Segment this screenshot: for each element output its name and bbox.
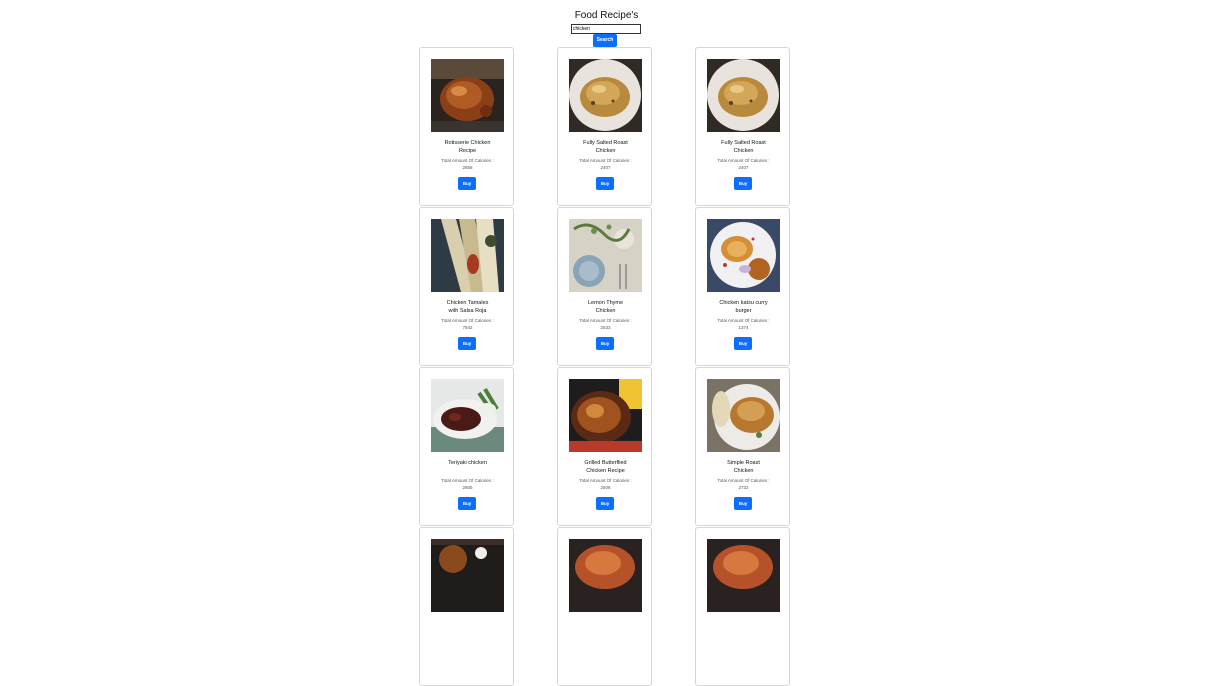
recipe-title-line: Rotisserie Chicken xyxy=(444,140,491,146)
buy-button[interactable]: Buy xyxy=(734,337,752,350)
recipe-card xyxy=(557,527,652,686)
calories-value: 7842 xyxy=(462,325,473,330)
recipe-title-line: Simple Roast xyxy=(727,460,760,466)
recipe-image xyxy=(569,539,642,612)
calories-value: 2407 xyxy=(600,165,611,170)
recipe-image xyxy=(431,379,504,452)
recipe-title: Chicken katsu curry burger xyxy=(702,299,785,315)
recipe-title-line: Chicken xyxy=(733,468,754,474)
recipe-image xyxy=(707,59,780,132)
recipe-card xyxy=(695,527,790,686)
search-input[interactable] xyxy=(571,24,641,34)
recipe-title: Chicken Tamales with Salsa Roja xyxy=(426,299,509,315)
recipe-title-line: Fully Salted Roast xyxy=(583,140,628,146)
recipe-card: Chicken Tamales with Salsa Roja Total Amou… xyxy=(419,207,514,366)
recipe-card: Chicken katsu curry burger Total Amount Of… xyxy=(695,207,790,366)
recipe-title-line: Recipe xyxy=(458,148,477,154)
recipe-card: Simple Roast Chicken Total Amount Of Calor… xyxy=(695,367,790,526)
recipe-title-line: Chicken Recipe xyxy=(586,468,625,474)
recipe-card: Lemon Thyme Chicken Total Amount Of Calori… xyxy=(557,207,652,366)
recipe-title-line: with Salsa Roja xyxy=(448,308,487,314)
recipe-card: Teriyaki chicken Total Amount Of Calories… xyxy=(419,367,514,526)
calories-value: 2533 xyxy=(600,325,611,330)
recipe-title-line: Chicken katsu curry xyxy=(719,300,768,306)
recipe-image xyxy=(431,219,504,292)
recipe-image xyxy=(707,219,780,292)
recipe-card: Grilled Butterflied Chicken Recipe Total A… xyxy=(557,367,652,526)
recipe-title-line: Grilled Butterflied xyxy=(584,460,627,466)
buy-button[interactable]: Buy xyxy=(458,177,476,190)
page-title: Food Recipe's xyxy=(574,10,639,21)
recipe-title-line: Chicken xyxy=(733,148,754,154)
calories-value: 1374 xyxy=(738,325,749,330)
recipe-image xyxy=(569,59,642,132)
recipe-title: Lemon Thyme Chicken xyxy=(564,299,647,315)
calories-value: 2508 xyxy=(600,485,611,490)
recipe-card xyxy=(419,527,514,686)
buy-button[interactable]: Buy xyxy=(458,497,476,510)
recipe-title-line: Chicken xyxy=(595,148,616,154)
recipe-image xyxy=(707,539,780,612)
recipe-image xyxy=(431,59,504,132)
recipe-title: Rotisserie Chicken Recipe xyxy=(426,139,509,155)
recipe-title-line: burger xyxy=(735,308,752,314)
recipe-title-line: Lemon Thyme xyxy=(587,300,624,306)
calories-value: 2805 xyxy=(462,485,473,490)
buy-button[interactable]: Buy xyxy=(596,497,614,510)
recipe-image xyxy=(569,379,642,452)
recipe-title: Grilled Butterflied Chicken Recipe xyxy=(564,459,647,475)
recipe-card: Fully Salted Roast Chicken Total Amount Of… xyxy=(695,47,790,206)
buy-button[interactable]: Buy xyxy=(734,177,752,190)
recipe-title-line: Fully Salted Roast xyxy=(721,140,766,146)
recipe-image xyxy=(431,539,504,612)
calories-value: 2407 xyxy=(738,165,749,170)
buy-button[interactable]: Buy xyxy=(734,497,752,510)
recipe-title: Fully Salted Roast Chicken xyxy=(564,139,647,155)
search-button[interactable]: Search xyxy=(593,34,617,47)
buy-button[interactable]: Buy xyxy=(458,337,476,350)
recipe-title: Fully Salted Roast Chicken xyxy=(702,139,785,155)
recipe-title-line: Chicken Tamales xyxy=(446,300,489,306)
buy-button[interactable]: Buy xyxy=(596,177,614,190)
recipe-title-line: Teriyaki chicken xyxy=(448,460,487,466)
calories-value: 2732 xyxy=(738,485,749,490)
recipe-title: Teriyaki chicken xyxy=(426,459,509,467)
recipe-title: Simple Roast Chicken xyxy=(702,459,785,475)
recipe-image xyxy=(569,219,642,292)
recipe-image xyxy=(707,379,780,452)
recipe-card: Fully Salted Roast Chicken Total Amount Of… xyxy=(557,47,652,206)
recipe-title-line: Chicken xyxy=(595,308,616,314)
buy-button[interactable]: Buy xyxy=(596,337,614,350)
recipe-card: Rotisserie Chicken Recipe Total Amount Of … xyxy=(419,47,514,206)
calories-value: 2858 xyxy=(462,165,473,170)
